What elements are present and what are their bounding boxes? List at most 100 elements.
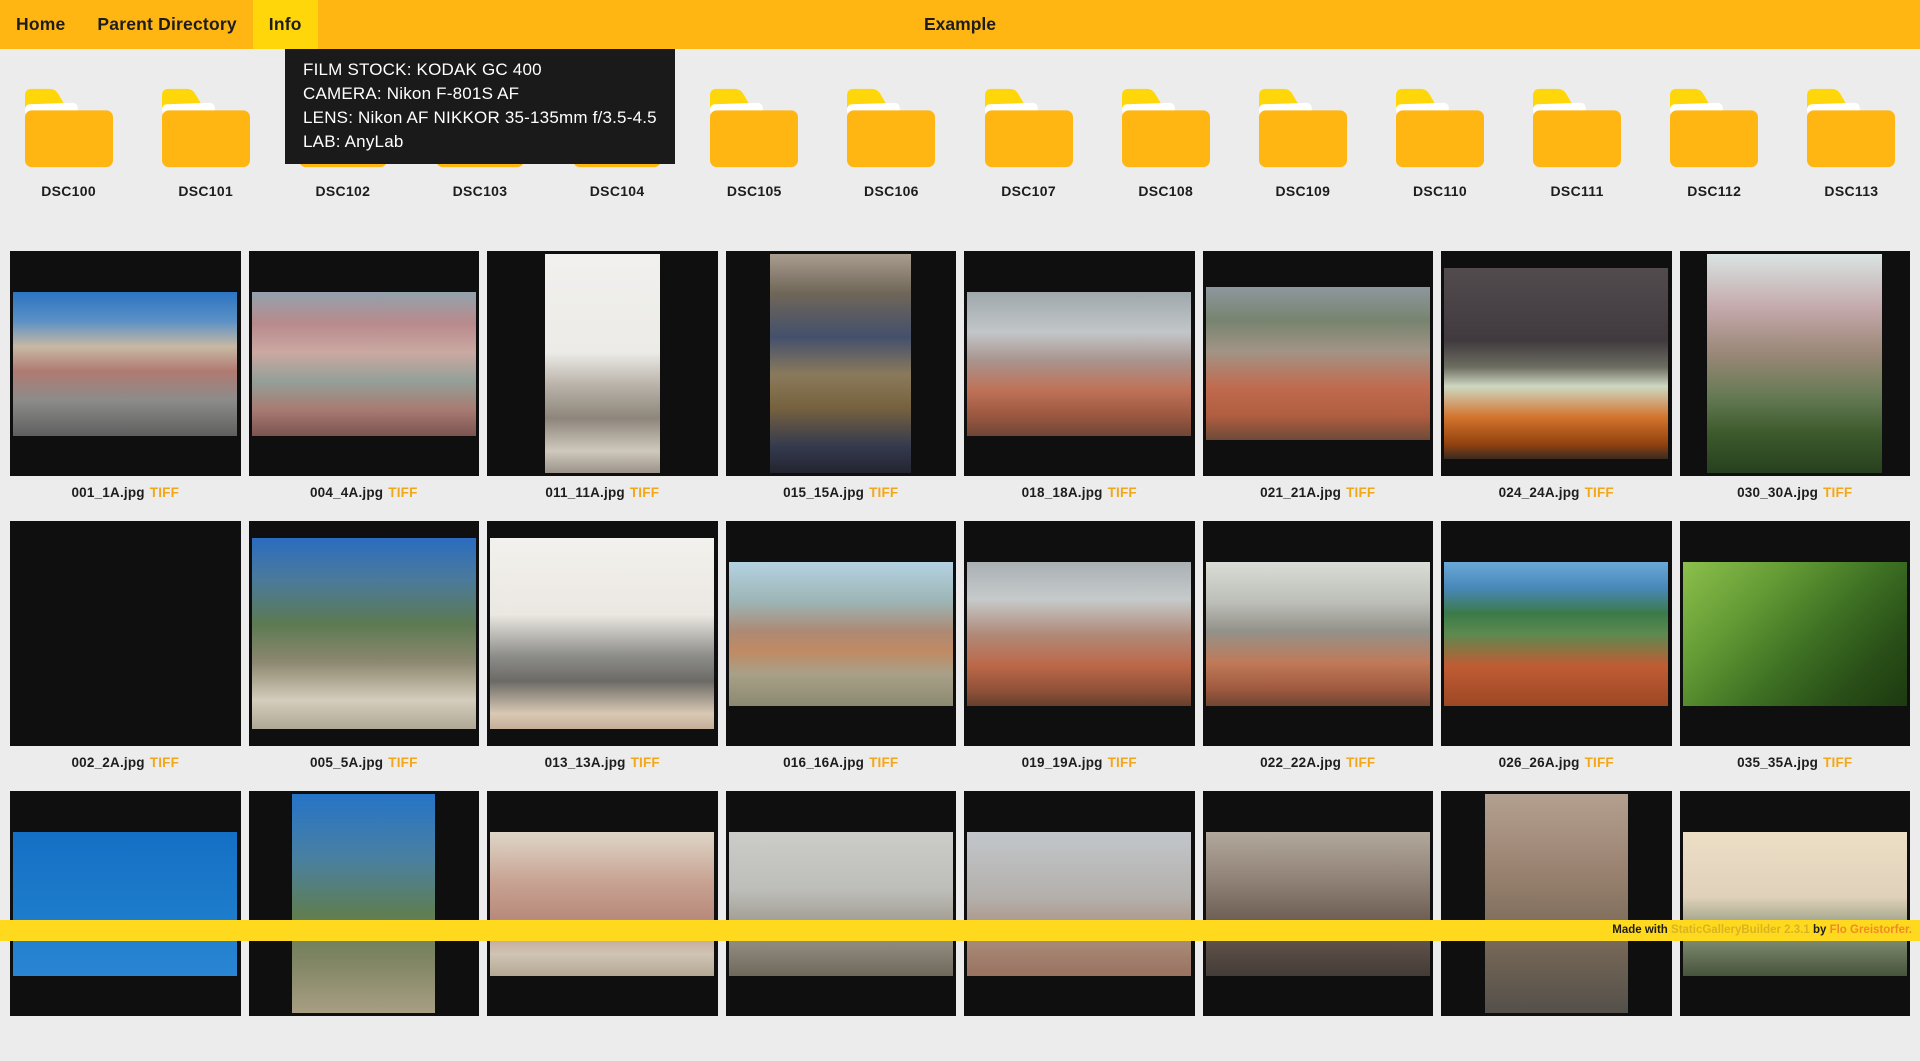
gallery-cell: 001_1A.jpg TIFF (10, 251, 241, 521)
footer-builder-link[interactable]: StaticGalleryBuilder 2.3.1 (1671, 924, 1810, 936)
gallery-cell: 022_22A.jpg TIFF (1203, 521, 1434, 791)
photo-tiff-link[interactable]: TIFF (1346, 485, 1375, 500)
photo-filename-link[interactable]: 005_5A.jpg (310, 755, 383, 770)
photo-thumbnail[interactable] (1203, 791, 1434, 1016)
photo-thumbnail[interactable] (10, 521, 241, 746)
photo-thumbnail[interactable] (249, 521, 480, 746)
photo-filename-link[interactable]: 035_35A.jpg (1737, 755, 1818, 770)
folder-item-dsc105[interactable]: DSC105 (686, 83, 823, 199)
folder-item-dsc112[interactable]: DSC112 (1646, 83, 1783, 199)
folder-item-dsc100[interactable]: DSC100 (0, 83, 137, 199)
folder-label: DSC112 (1687, 183, 1741, 199)
photo-thumbnail[interactable] (1680, 251, 1911, 476)
gallery-cell: 013_13A.jpg TIFF (487, 521, 718, 791)
photo-filename-link[interactable]: 026_26A.jpg (1499, 755, 1580, 770)
photo-image (1206, 562, 1430, 706)
folder-icon (706, 83, 802, 171)
folder-icon (21, 83, 117, 171)
photo-image (13, 562, 237, 706)
photo-filename-link[interactable]: 024_24A.jpg (1499, 485, 1580, 500)
photo-tiff-link[interactable]: TIFF (630, 485, 659, 500)
photo-thumbnail[interactable] (487, 521, 718, 746)
photo-filename-link[interactable]: 001_1A.jpg (71, 485, 144, 500)
nav-tab-info[interactable]: Info (253, 0, 318, 49)
photo-image (252, 292, 476, 436)
folder-item-dsc111[interactable]: DSC111 (1509, 83, 1646, 199)
folder-item-dsc106[interactable]: DSC106 (823, 83, 960, 199)
photo-thumbnail[interactable] (726, 791, 957, 1016)
photo-image (490, 538, 714, 729)
photo-filename-link[interactable]: 013_13A.jpg (545, 755, 626, 770)
photo-tiff-link[interactable]: TIFF (869, 485, 898, 500)
photo-thumbnail[interactable] (964, 251, 1195, 476)
photo-thumbnail[interactable] (1203, 521, 1434, 746)
folder-icon (1666, 83, 1762, 171)
photo-thumbnail[interactable] (1680, 521, 1911, 746)
photo-filename-link[interactable]: 018_18A.jpg (1022, 485, 1103, 500)
photo-caption: 021_21A.jpg TIFF (1203, 476, 1434, 521)
photo-tiff-link[interactable]: TIFF (1823, 485, 1852, 500)
folder-label: DSC100 (41, 183, 96, 199)
nav-tab-parent-directory[interactable]: Parent Directory (81, 0, 252, 49)
gallery-cell: 030_30A.jpg TIFF (1680, 251, 1911, 521)
photo-thumbnail[interactable] (1441, 791, 1672, 1016)
photo-filename-link[interactable]: 015_15A.jpg (783, 485, 864, 500)
photo-image (292, 794, 435, 1012)
photo-thumbnail[interactable] (487, 251, 718, 476)
photo-thumbnail[interactable] (10, 791, 241, 1016)
photo-image (1444, 268, 1668, 459)
photo-thumbnail[interactable] (964, 521, 1195, 746)
photo-tiff-link[interactable]: TIFF (388, 485, 417, 500)
folder-item-dsc107[interactable]: DSC107 (960, 83, 1097, 199)
photo-thumbnail[interactable] (1680, 791, 1911, 1016)
gallery-cell: 024_24A.jpg TIFF (1441, 251, 1672, 521)
photo-tiff-link[interactable]: TIFF (1108, 755, 1137, 770)
photo-thumbnail[interactable] (487, 791, 718, 1016)
photo-tiff-link[interactable]: TIFF (1346, 755, 1375, 770)
photo-filename-link[interactable]: 002_2A.jpg (71, 755, 144, 770)
nav-tab-home[interactable]: Home (0, 0, 81, 49)
photo-thumbnail[interactable] (726, 521, 957, 746)
photo-thumbnail[interactable] (1441, 251, 1672, 476)
photo-tiff-link[interactable]: TIFF (869, 755, 898, 770)
folder-item-dsc108[interactable]: DSC108 (1097, 83, 1234, 199)
photo-filename-link[interactable]: 030_30A.jpg (1737, 485, 1818, 500)
photo-tiff-link[interactable]: TIFF (150, 755, 179, 770)
photo-image (1683, 562, 1907, 706)
info-line-film-stock: FILM STOCK: KODAK GC 400 (303, 58, 657, 82)
footer-author-link[interactable]: Flo Greistorfer. (1830, 924, 1912, 936)
photo-thumbnail[interactable] (249, 251, 480, 476)
photo-filename-link[interactable]: 019_19A.jpg (1022, 755, 1103, 770)
photo-tiff-link[interactable]: TIFF (1823, 755, 1852, 770)
folder-item-dsc113[interactable]: DSC113 (1783, 83, 1920, 199)
photo-thumbnail[interactable] (1441, 521, 1672, 746)
folder-label: DSC110 (1413, 183, 1467, 199)
photo-thumbnail[interactable] (10, 251, 241, 476)
photo-image (13, 292, 237, 436)
photo-filename-link[interactable]: 022_22A.jpg (1260, 755, 1341, 770)
folder-icon (1255, 83, 1351, 171)
photo-filename-link[interactable]: 016_16A.jpg (783, 755, 864, 770)
folder-item-dsc110[interactable]: DSC110 (1371, 83, 1508, 199)
folder-label: DSC102 (315, 183, 370, 199)
photo-image (1206, 832, 1430, 976)
folder-item-dsc109[interactable]: DSC109 (1234, 83, 1371, 199)
photo-tiff-link[interactable]: TIFF (1585, 755, 1614, 770)
folder-item-dsc101[interactable]: DSC101 (137, 83, 274, 199)
gallery-cell: 021_21A.jpg TIFF (1203, 251, 1434, 521)
photo-thumbnail[interactable] (964, 791, 1195, 1016)
photo-filename-link[interactable]: 011_11A.jpg (545, 485, 625, 500)
photo-image (1683, 832, 1907, 976)
folder-icon (158, 83, 254, 171)
photo-filename-link[interactable]: 004_4A.jpg (310, 485, 383, 500)
photo-thumbnail[interactable] (249, 791, 480, 1016)
photo-thumbnail[interactable] (1203, 251, 1434, 476)
photo-filename-link[interactable]: 021_21A.jpg (1260, 485, 1341, 500)
photo-tiff-link[interactable]: TIFF (631, 755, 660, 770)
photo-tiff-link[interactable]: TIFF (1585, 485, 1614, 500)
photo-tiff-link[interactable]: TIFF (388, 755, 417, 770)
photo-tiff-link[interactable]: TIFF (150, 485, 179, 500)
photo-tiff-link[interactable]: TIFF (1108, 485, 1137, 500)
photo-caption: 016_16A.jpg TIFF (726, 746, 957, 791)
photo-thumbnail[interactable] (726, 251, 957, 476)
